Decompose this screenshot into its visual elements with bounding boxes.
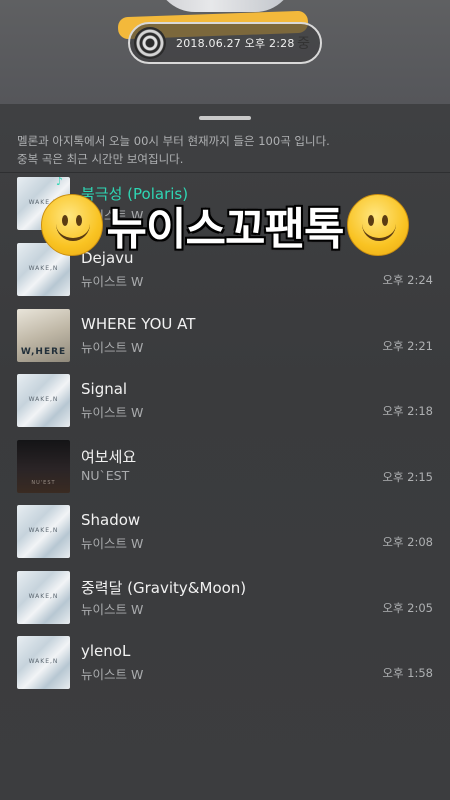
album-thumbnail: WAKE,N — [17, 374, 70, 427]
song-row[interactable]: W,HERE WHERE YOU AT 뉴이스트 W 오후 2:21 — [0, 304, 450, 370]
album-label: W,HERE — [20, 346, 67, 357]
pill-right-text: 중 — [297, 36, 310, 52]
history-notice: 멜론과 아지톡에서 오늘 00시 부터 현재까지 들은 100곡 입니다. 중복… — [17, 132, 330, 168]
album-thumbnail: WAKE,N — [17, 570, 70, 624]
song-title: WHERE YOU AT — [81, 314, 196, 333]
song-row[interactable]: WAKE,N 중력달 (Gravity&Moon) 뉴이스트 W 오후 2:05 — [0, 566, 450, 632]
played-time: 오후 2:05 — [382, 600, 433, 615]
now-playing-icon: ♪ — [56, 175, 64, 188]
song-row[interactable]: WAKE,N ylenoL 뉴이스트 W 오후 1:58 — [0, 631, 450, 697]
played-time: 오후 2:18 — [382, 404, 433, 418]
album-thumbnail: WAKE,N — [17, 636, 70, 689]
song-artist: 뉴이스트 W — [81, 274, 144, 289]
song-row[interactable]: WAKE,N Signal 뉴이스트 W 오후 2:18 — [0, 369, 450, 435]
album-label: WAKE,N — [28, 592, 59, 600]
album-label: NU'EST — [31, 479, 56, 486]
history-sheet: 멜론과 아지톡에서 오늘 00시 부터 현재까지 들은 100곡 입니다. 중복… — [0, 104, 450, 800]
song-row[interactable]: WAKE,N Dejavu 뉴이스트 W 오후 2:24 — [0, 238, 450, 304]
song-title: Dejavu — [81, 249, 134, 267]
timestamp-text: 2018.06.27 오후 2:28 — [176, 37, 295, 50]
album-thumbnail: NU'EST — [17, 439, 70, 493]
song-artist: 뉴이스트 W — [81, 536, 144, 551]
played-time: 오후 2:08 — [382, 535, 433, 549]
played-time: 오후 2:24 — [382, 273, 433, 287]
song-artist: 뉴이스트 W — [81, 667, 144, 682]
played-time: 오후 1:58 — [382, 666, 433, 680]
album-thumbnail: W,HERE — [17, 308, 70, 362]
album-label: WAKE,N — [28, 265, 59, 272]
played-time: 오후 2:15 — [382, 469, 433, 484]
notice-line-2: 중복 곡은 최근 시간만 보여집니다. — [17, 152, 184, 166]
vinyl-icon — [134, 27, 166, 59]
album-art-preview — [155, 0, 295, 12]
song-row[interactable]: WAKE,N Shadow 뉴이스트 W 오후 2:08 — [0, 500, 450, 566]
song-title: 여보세요 — [81, 447, 137, 466]
played-time: 오후 2:21 — [382, 338, 433, 353]
album-thumbnail: WAKE,N — [17, 505, 70, 558]
song-row[interactable]: NU'EST 여보세요 NU`EST 오후 2:15 — [0, 435, 450, 501]
album-thumbnail: WAKE,N — [17, 243, 70, 296]
song-title: Signal — [81, 380, 128, 398]
song-title: 중력달 (Gravity&Moon) — [81, 578, 247, 597]
album-label: WAKE,N — [28, 527, 59, 534]
song-title: 북극성 (Polaris) — [81, 185, 189, 203]
song-list: WAKE,N ♪ 북극성 (Polaris) 뉴이스트 W WAKE,N Dej… — [0, 172, 450, 697]
song-artist: 뉴이스트 W — [81, 339, 144, 355]
album-label: WAKE,N — [28, 199, 59, 206]
album-label: WAKE,N — [28, 658, 59, 665]
song-artist: 뉴이스트 W — [81, 405, 144, 420]
notice-line-1: 멜론과 아지톡에서 오늘 00시 부터 현재까지 들은 100곡 입니다. — [17, 134, 330, 148]
song-artist: 뉴이스트 W — [81, 601, 144, 617]
album-label: WAKE,N — [28, 396, 59, 403]
drag-handle[interactable] — [199, 116, 251, 120]
song-title: ylenoL — [81, 642, 131, 660]
song-row[interactable]: WAKE,N ♪ 북극성 (Polaris) 뉴이스트 W — [0, 172, 450, 238]
song-artist: NU`EST — [81, 467, 130, 483]
song-title: Shadow — [81, 511, 141, 529]
timestamp-pill[interactable]: 2018.06.27 오후 2:28 중 — [128, 22, 322, 64]
song-artist: 뉴이스트 W — [81, 208, 144, 223]
now-playing-header: 2018.06.27 오후 2:28 중 — [0, 0, 450, 104]
